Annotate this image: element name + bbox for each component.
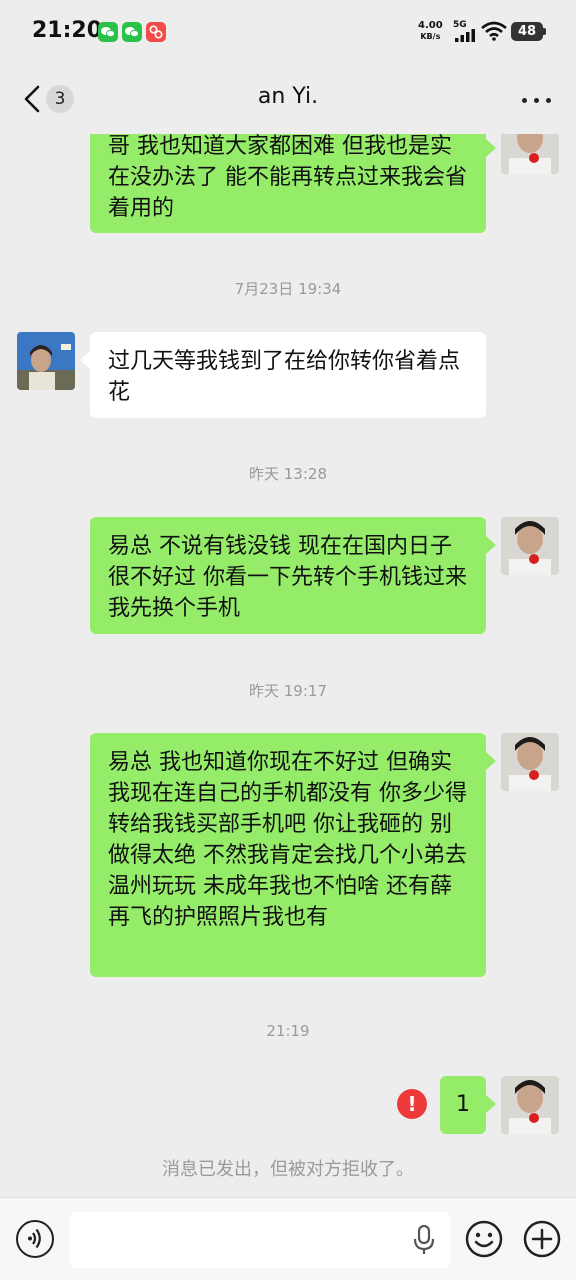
more-icon-dot [546,98,551,103]
message-text: 易总 我也知道你现在不好过 但确实我现在连自己的手机都没有 你多少得转给我钱买部… [108,750,467,930]
more-button[interactable] [516,84,556,114]
bubble-tail [486,536,496,554]
chat-title: an Yi. [257,84,319,109]
status-time: 21:20 [32,18,103,43]
my-avatar[interactable] [501,134,559,174]
wechat-icon [122,22,142,42]
send-failed-icon[interactable]: ! [397,1089,427,1119]
bubble-tail [486,139,496,157]
bubble-tail [486,1095,496,1113]
battery-icon: 48 [511,22,546,41]
speed-value: 4.00 [418,20,443,31]
mic-icon [413,1224,435,1254]
more-icon [522,98,527,103]
my-avatar[interactable] [501,517,559,575]
wechat-icon [98,22,118,42]
message-input[interactable] [70,1212,450,1268]
status-bar: 21:20 4.00 KB/s 5G 48 [0,0,576,62]
message-row: 哥 我也知道大家都困难 但我也是实在没办法了 能不能再转点过来我会省着用的 [0,134,576,254]
message-bubble[interactable]: 1 [440,1076,486,1134]
timestamp: 昨天 13:28 [249,465,327,483]
network-speed: 4.00 KB/s [418,20,443,42]
timestamp: 昨天 19:17 [249,682,327,700]
emoji-button[interactable] [465,1220,503,1258]
message-text: 1 [456,1092,470,1117]
message-bubble[interactable]: 哥 我也知道大家都困难 但我也是实在没办法了 能不能再转点过来我会省着用的 [90,134,486,233]
app-icon [146,22,166,42]
timestamp: 21:19 [266,1022,310,1040]
input-bar [0,1197,576,1280]
speed-unit: KB/s [420,32,441,41]
mic-button[interactable] [410,1224,438,1256]
my-avatar[interactable] [501,1076,559,1134]
timestamp: 7月23日 19:34 [234,280,342,298]
message-bubble[interactable]: 易总 不说有钱没钱 现在在国内日子很不好过 你看一下先转个手机钱过来 我先换个手… [90,517,486,634]
my-avatar[interactable] [501,733,559,791]
rejected-notice: 消息已发出，但被对方拒收了。 [162,1159,414,1180]
chat-header: 3 an Yi. [0,62,576,134]
signal-icon [455,29,475,42]
message-text: 易总 不说有钱没钱 现在在国内日子很不好过 你看一下先转个手机钱过来 我先换个手… [108,534,467,621]
bubble-tail [80,351,90,369]
bubble-tail [486,752,496,770]
emoji-icon [465,1220,503,1258]
message-bubble[interactable]: 过几天等我钱到了在给你转你省着点花 [90,332,486,418]
plus-icon [523,1220,561,1258]
voice-icon [28,1228,41,1249]
plus-button[interactable] [523,1220,561,1258]
message-text: 哥 我也知道大家都困难 但我也是实在没办法了 能不能再转点过来我会省着用的 [108,134,467,221]
voice-button[interactable] [16,1220,54,1258]
message-text: 过几天等我钱到了在给你转你省着点花 [108,349,461,405]
message-bubble[interactable]: 易总 我也知道你现在不好过 但确实我现在连自己的手机都没有 你多少得转给我钱买部… [90,733,486,977]
more-icon-dot [534,98,539,103]
contact-avatar[interactable] [17,332,75,390]
wifi-icon [481,21,507,41]
